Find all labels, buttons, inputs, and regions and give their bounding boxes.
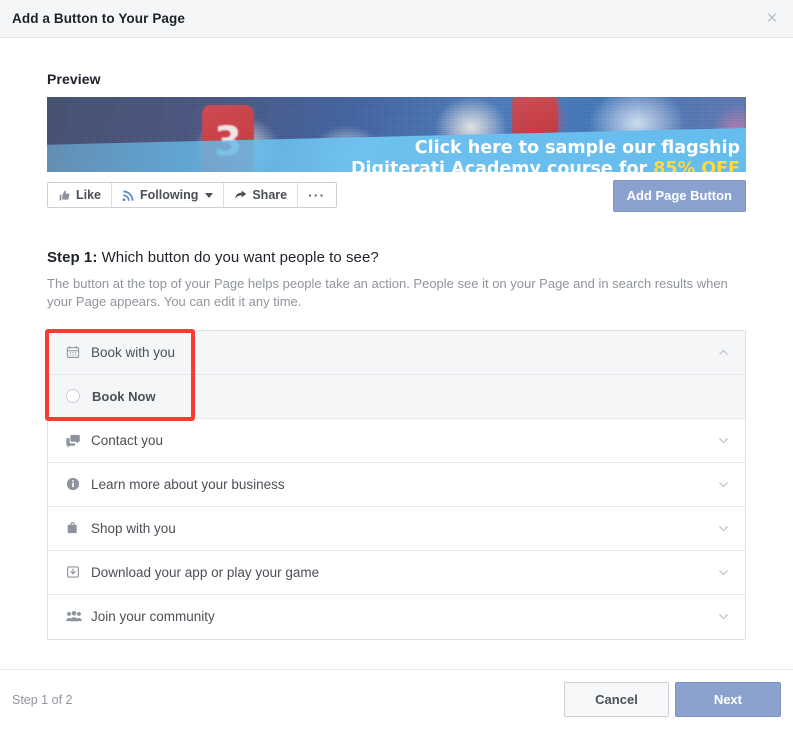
dialog-title: Add a Button to Your Page <box>12 11 185 26</box>
calendar-icon <box>66 345 88 359</box>
cover-promo-line2-prefix: Digiterati Academy course for <box>350 158 654 172</box>
button-type-accordion: Book with you Book Now Contact you Learn <box>45 328 746 640</box>
chevron-down-icon[interactable] <box>716 610 730 624</box>
following-button[interactable]: Following <box>112 183 225 207</box>
accordion-item-join-community[interactable]: Join your community <box>48 594 745 639</box>
like-button[interactable]: Like <box>48 183 113 207</box>
shopping-bag-icon <box>66 521 88 535</box>
preview-heading: Preview <box>47 71 101 87</box>
step-label: Step 1: <box>47 249 98 266</box>
chevron-down-icon[interactable] <box>716 521 730 535</box>
step-description: The button at the top of your Page helps… <box>47 276 728 310</box>
add-page-button[interactable]: Add Page Button <box>612 180 746 212</box>
share-arrow-icon <box>234 189 247 202</box>
dialog-body: Preview 3 Click here to sample our flags… <box>0 38 793 669</box>
footer-buttons: Cancel Next <box>564 682 781 717</box>
page-action-button-group: Like Following Share ··· <box>47 182 337 208</box>
step-heading: Step 1: Which button do you want people … <box>47 249 746 266</box>
accordion-item-contact-you[interactable]: Contact you <box>48 418 745 463</box>
cover-promo-line1: Click here to sample our flagship <box>414 138 740 159</box>
page-cover-preview: 3 Click here to sample our flagship Digi… <box>47 97 746 172</box>
suboption-label: Book Now <box>92 388 156 404</box>
cover-promo-line2: Digiterati Academy course for 85% OFF <box>351 159 740 172</box>
share-button[interactable]: Share <box>224 183 299 207</box>
chevron-up-icon[interactable] <box>716 345 730 359</box>
accordion-item-book-with-you[interactable]: Book with you <box>48 330 745 375</box>
page-actions-row: Like Following Share ··· Add Page Button <box>47 180 746 222</box>
info-icon <box>66 477 88 491</box>
download-icon <box>66 565 88 579</box>
accordion-item-label: Learn more about your business <box>91 476 285 492</box>
suboption-book-now[interactable]: Book Now <box>48 374 745 419</box>
dialog-footer: Step 1 of 2 Cancel Next <box>0 669 793 729</box>
cover-promo-highlight: 85% OFF <box>653 158 740 172</box>
chevron-down-icon[interactable] <box>716 433 730 447</box>
next-button[interactable]: Next <box>674 682 781 717</box>
accordion-item-label: Contact you <box>91 432 164 448</box>
accordion-item-label: Shop with you <box>91 520 176 536</box>
accordion-item-label: Join your community <box>91 609 215 625</box>
chevron-down-icon[interactable] <box>716 477 730 491</box>
dialog-header: Add a Button to Your Page ✕ <box>0 0 793 38</box>
accordion-item-download-app[interactable]: Download your app or play your game <box>48 550 745 595</box>
chevron-down-icon <box>205 192 214 198</box>
rss-icon <box>122 189 135 202</box>
accordion-item-label: Book with you <box>91 344 176 360</box>
accordion-item-shop-with-you[interactable]: Shop with you <box>48 506 745 551</box>
accordion-item-label: Download your app or play your game <box>91 564 320 580</box>
chat-bubbles-icon <box>66 433 88 448</box>
people-group-icon <box>66 610 88 623</box>
following-button-label: Following <box>140 188 199 202</box>
chevron-down-icon[interactable] <box>716 565 730 579</box>
radio-button-book-now[interactable] <box>66 389 80 404</box>
thumbs-up-icon <box>58 189 71 202</box>
ellipsis-icon: ··· <box>308 187 326 203</box>
cover-promo-text: Click here to sample our flagship Digite… <box>351 138 740 172</box>
step-question: Which button do you want people to see? <box>97 249 379 266</box>
share-button-label: Share <box>252 188 288 202</box>
close-icon[interactable]: ✕ <box>761 8 783 30</box>
step-counter: Step 1 of 2 <box>12 692 73 707</box>
like-button-label: Like <box>76 188 102 202</box>
cancel-button[interactable]: Cancel <box>564 682 669 717</box>
accordion-item-learn-more[interactable]: Learn more about your business <box>48 462 745 507</box>
more-options-button[interactable]: ··· <box>298 183 336 207</box>
